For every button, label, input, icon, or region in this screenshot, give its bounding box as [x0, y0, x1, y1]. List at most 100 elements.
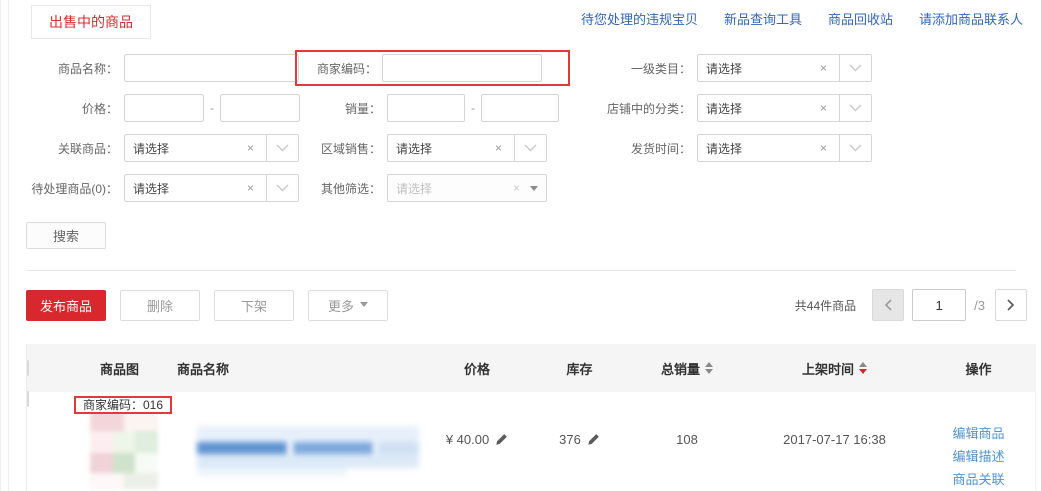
chevron-down-icon[interactable] [266, 135, 298, 161]
price-max-input[interactable] [220, 94, 300, 122]
filter-row-3: 关联商品： 请选择 × 区域销售： 请选择 × 发货时间： 请选择 [1, 128, 1041, 168]
merchant-code-input[interactable] [382, 54, 542, 82]
product-management-page: 出售中的商品 待您处理的违规宝贝 新品查询工具 商品回收站 请添加商品联系人 商… [0, 0, 1041, 491]
sort-total-sales-icon[interactable] [705, 358, 713, 378]
product-image[interactable] [90, 411, 158, 489]
price-range-separator: - [210, 101, 214, 115]
chevron-down-icon[interactable] [839, 55, 871, 81]
clear-icon[interactable]: × [243, 181, 258, 195]
category-label: 一级类目： [593, 60, 691, 77]
chevron-down-icon[interactable] [839, 135, 871, 161]
clear-icon[interactable]: × [491, 141, 506, 155]
top-links: 待您处理的违规宝贝 新品查询工具 商品回收站 请添加商品联系人 [581, 9, 1023, 28]
stock-value: 376 [559, 432, 581, 447]
category-select[interactable]: 请选择 × [697, 54, 872, 82]
table-header-row: 商品图 商品名称 价格 库存 总销量 上架时间 操作 [27, 344, 1035, 392]
search-button[interactable]: 搜索 [26, 222, 106, 249]
related-product-label: 关联商品： [26, 140, 118, 157]
more-dropdown-button[interactable]: 更多 [308, 290, 388, 321]
clear-icon[interactable]: × [816, 101, 831, 115]
delivery-time-select-value: 请选择 [706, 140, 816, 157]
edit-stock-pencil-icon[interactable] [587, 433, 600, 449]
price-cell: ¥ 40.00 [422, 392, 532, 491]
product-name-link[interactable] [197, 426, 419, 476]
next-page-button[interactable] [995, 289, 1027, 321]
header-listed-time-label: 上架时间 [802, 359, 854, 378]
total-count-text: 共44件商品 [795, 297, 856, 314]
regional-sales-select-value: 请选择 [396, 140, 491, 157]
chevron-down-icon[interactable] [514, 135, 546, 161]
merchant-code-annotation: 商家编码：016 [74, 396, 172, 414]
edit-product-link[interactable]: 编辑商品 [952, 423, 1004, 442]
price-value: ¥ 40.00 [446, 432, 489, 447]
edit-description-link[interactable]: 编辑描述 [952, 446, 1004, 465]
sales-range-separator: - [471, 101, 475, 115]
other-filter-label: 其他筛选： [301, 180, 381, 197]
page-total-text: /3 [974, 298, 985, 313]
product-name-input[interactable] [124, 54, 299, 82]
regional-sales-label: 区域销售： [301, 140, 381, 157]
category-select-value: 请选择 [706, 60, 816, 77]
sales-max-input[interactable] [481, 94, 559, 122]
filter-form: 商品名称： 商家编码： 一级类目： 请选择 × 价格： [1, 48, 1041, 249]
row-checkbox[interactable] [27, 391, 29, 407]
pagination: 共44件商品 /3 [795, 289, 1027, 321]
caret-down-icon [530, 186, 538, 195]
page-input[interactable] [912, 289, 966, 321]
clear-icon: × [509, 181, 524, 195]
edit-price-pencil-icon[interactable] [495, 433, 508, 449]
filter-row-4: 待处理商品(0)： 请选择 × 其他筛选： 请选择 × [1, 168, 1041, 208]
clear-icon[interactable]: × [816, 61, 831, 75]
table-row: 商家编码：016 ¥ 40.00 376 108 2017-07-17 16:3… [27, 392, 1035, 491]
clear-icon[interactable]: × [816, 141, 831, 155]
clear-icon[interactable]: × [243, 141, 258, 155]
pending-products-select-value: 请选择 [133, 180, 243, 197]
delete-button[interactable]: 删除 [120, 290, 200, 321]
pending-products-label: 待处理商品(0)： [26, 180, 118, 197]
pending-products-select[interactable]: 请选择 × [124, 174, 299, 202]
chevron-down-icon[interactable] [839, 95, 871, 121]
prev-page-button[interactable] [872, 289, 904, 321]
filter-row-2: 价格： - 销量： - 店铺中的分类： 请选择 × [1, 88, 1041, 128]
filter-row-1: 商品名称： 商家编码： 一级类目： 请选择 × [1, 48, 1041, 88]
merchant-code-label: 商家编码： [301, 60, 377, 77]
more-label: 更多 [328, 296, 354, 315]
delivery-time-select[interactable]: 请选择 × [697, 134, 872, 162]
link-new-product-query-tool[interactable]: 新品查询工具 [724, 9, 802, 28]
header-listed-time: 上架时间 [747, 358, 922, 378]
header-price: 价格 [422, 359, 532, 378]
shop-category-label: 店铺中的分类： [593, 100, 691, 117]
product-table: 商品图 商品名称 价格 库存 总销量 上架时间 操作 商家编码：016 ¥ 40… [26, 344, 1036, 491]
publish-product-button[interactable]: 发布商品 [26, 290, 106, 321]
link-violation-items[interactable]: 待您处理的违规宝贝 [581, 9, 698, 28]
total-sales-cell: 108 [627, 392, 747, 491]
sales-label: 销量： [301, 100, 381, 117]
chevron-down-icon[interactable] [266, 175, 298, 201]
price-label: 价格： [26, 100, 118, 117]
merchant-code-highlight-box: 商家编码： [295, 50, 570, 86]
sort-listed-time-icon[interactable] [859, 358, 867, 378]
product-relation-link[interactable]: 商品关联 [952, 469, 1004, 488]
related-product-select-value: 请选择 [133, 140, 243, 157]
header-total-sales: 总销量 [627, 358, 747, 378]
sales-min-input[interactable] [387, 94, 465, 122]
header-total-sales-label: 总销量 [661, 359, 700, 378]
related-product-select[interactable]: 请选择 × [124, 134, 299, 162]
select-all-checkbox[interactable] [27, 360, 29, 376]
header-stock: 库存 [532, 359, 627, 378]
actions-cell: 编辑商品 编辑描述 商品关联 [922, 392, 1035, 491]
price-min-input[interactable] [124, 94, 204, 122]
shop-category-select[interactable]: 请选择 × [697, 94, 872, 122]
regional-sales-select[interactable]: 请选择 × [387, 134, 547, 162]
take-down-button[interactable]: 下架 [214, 290, 294, 321]
link-add-product-contact[interactable]: 请添加商品联系人 [919, 9, 1023, 28]
header-actions: 操作 [922, 359, 1035, 378]
stock-cell: 376 [532, 392, 627, 491]
shop-category-select-value: 请选择 [706, 100, 816, 117]
header-product-name: 商品名称 [167, 359, 422, 378]
link-product-recycle-bin[interactable]: 商品回收站 [828, 9, 893, 28]
other-filter-select[interactable]: 请选择 × [387, 174, 547, 202]
tab-on-sale-products[interactable]: 出售中的商品 [31, 5, 151, 39]
delivery-time-label: 发货时间： [593, 140, 691, 157]
top-bar: 出售中的商品 待您处理的违规宝贝 新品查询工具 商品回收站 请添加商品联系人 [1, 0, 1041, 42]
